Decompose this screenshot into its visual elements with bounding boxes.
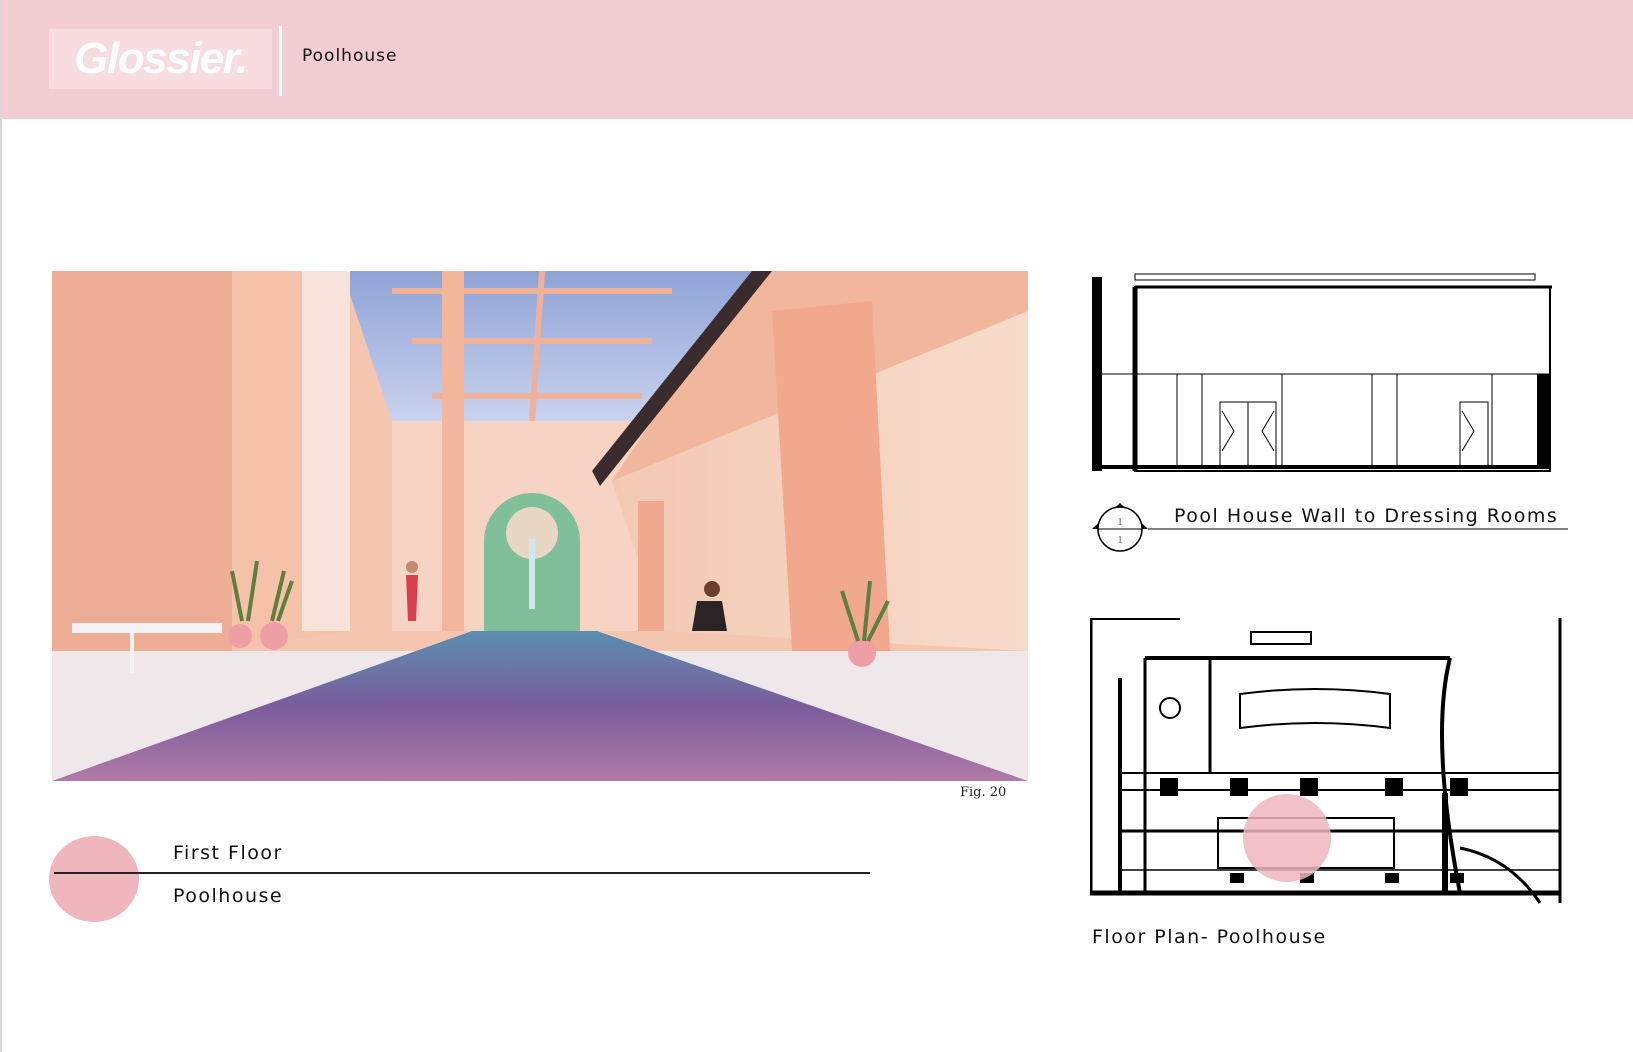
header-divider [279, 26, 282, 96]
room-label: Poolhouse [173, 885, 284, 907]
floor-plan-drawing [1087, 616, 1565, 911]
section-marker-bottom: 1 [1118, 535, 1123, 546]
floor-label: First Floor [173, 842, 283, 864]
elevation-title: Pool House Wall to Dressing Rooms [1174, 505, 1559, 527]
figure-caption: Fig. 20 [960, 785, 1007, 800]
floor-plan-title: Floor Plan- Poolhouse [1092, 926, 1327, 948]
section-marker-top: 1 [1118, 517, 1123, 528]
header-bar: Glossier. Poolhouse [2, 0, 1633, 119]
page-left-edge [0, 0, 2, 1052]
page-title: Poolhouse [302, 46, 398, 66]
poolhouse-render-image [52, 271, 1028, 781]
brand-logo: Glossier. [49, 29, 272, 89]
floor-marker-circle [49, 836, 139, 922]
floor-divider-line [54, 872, 870, 874]
logo-text: Glossier. [74, 34, 248, 83]
